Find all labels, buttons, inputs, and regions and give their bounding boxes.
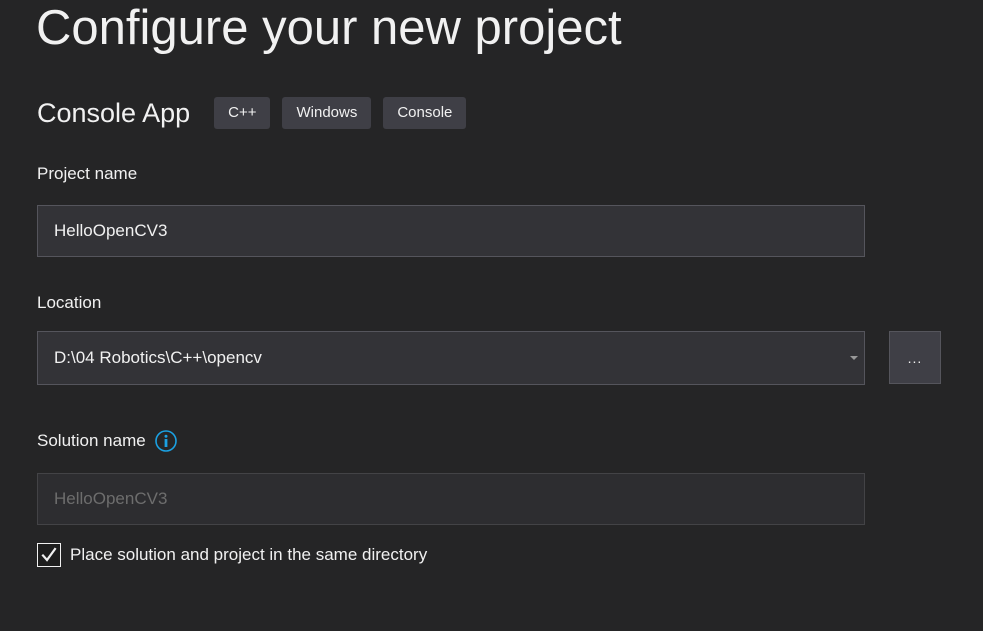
page-title: Configure your new project <box>36 1 622 55</box>
project-name-value: HelloOpenCV3 <box>54 221 168 240</box>
solution-name-label-row: Solution name <box>37 428 177 454</box>
solution-name-label: Solution name <box>37 431 146 450</box>
project-name-input[interactable]: HelloOpenCV3 <box>37 205 865 257</box>
solution-name-value: HelloOpenCV3 <box>54 489 168 508</box>
project-name-label: Project name <box>37 164 138 183</box>
template-name: Console App <box>37 97 191 128</box>
tag-language: C++ <box>214 97 271 129</box>
same-directory-option[interactable]: Place solution and project in the same d… <box>37 543 427 567</box>
solution-name-input[interactable]: HelloOpenCV3 <box>37 473 865 525</box>
tag-project-type: Console <box>383 97 467 129</box>
same-directory-checkbox[interactable] <box>37 543 61 567</box>
template-header: Console App C++ Windows Console <box>37 97 478 129</box>
same-directory-label: Place solution and project in the same d… <box>70 545 428 564</box>
chevron-down-icon[interactable] <box>850 356 858 360</box>
location-label: Location <box>37 293 102 312</box>
location-combobox[interactable]: D:\04 Robotics\C++\opencv <box>37 331 865 385</box>
tag-platform: Windows <box>282 97 372 129</box>
location-value: D:\04 Robotics\C++\opencv <box>54 348 262 367</box>
checkmark-icon <box>41 547 57 562</box>
browse-location-button[interactable]: ... <box>889 331 941 384</box>
info-icon[interactable] <box>154 430 177 452</box>
